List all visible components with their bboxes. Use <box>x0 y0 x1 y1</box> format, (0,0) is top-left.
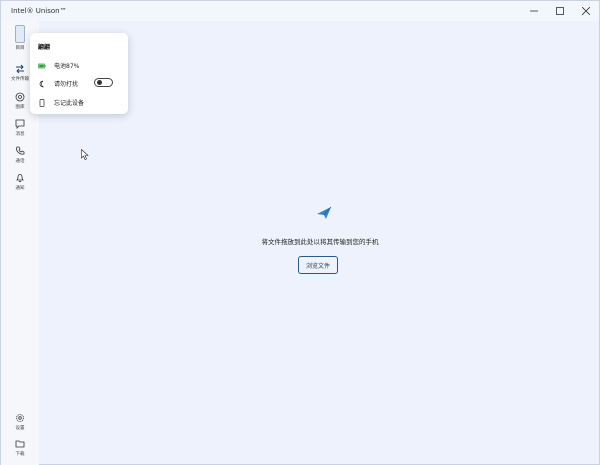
sidebar-item-calls[interactable]: 通话 <box>1 146 39 176</box>
sidebar-item-notifications[interactable]: 通知 <box>1 173 39 203</box>
paper-plane-icon <box>317 206 332 219</box>
sidebar-item-label: 设置 <box>15 426 25 431</box>
phone-thumbnail-icon <box>15 25 25 43</box>
toggle-knob <box>97 80 102 85</box>
gear-icon <box>16 414 24 422</box>
mouse-cursor-icon <box>81 149 89 160</box>
forget-device-row[interactable]: 忘记此设备 <box>38 98 84 107</box>
device-popup: 翩翩 电池87% 请勿打扰 忘记此设备 <box>30 33 128 114</box>
close-icon <box>582 7 590 15</box>
minimize-icon <box>530 10 538 12</box>
battery-label: 电池87% <box>54 63 80 70</box>
battery-row: 电池87% <box>38 61 79 70</box>
sidebar-item-downloads[interactable]: 下载 <box>1 439 39 465</box>
sidebar-item-label: 下载 <box>15 452 25 457</box>
close-button[interactable] <box>573 1 599 21</box>
sidebar-item-label: 图库 <box>15 105 25 110</box>
gallery-icon <box>15 92 25 102</box>
sidebar-item-label: 目目 <box>15 46 25 51</box>
sidebar-item-label: 文件传输 <box>11 77 29 82</box>
phone-icon <box>16 146 25 155</box>
battery-icon <box>38 63 46 68</box>
dnd-row: 请勿打扰 <box>38 79 78 88</box>
window-controls <box>521 1 599 21</box>
dnd-toggle[interactable] <box>94 78 113 87</box>
browse-files-button[interactable]: 浏览文件 <box>298 256 338 274</box>
dnd-label: 请勿打扰 <box>54 81 79 88</box>
sidebar-item-label: 消息 <box>15 132 25 137</box>
maximize-icon <box>556 7 564 15</box>
folder-icon <box>15 440 25 448</box>
title-bar: Intel® Unison™ <box>1 1 599 21</box>
moon-icon <box>39 80 44 87</box>
bell-icon <box>16 174 24 183</box>
window-title: Intel® Unison™ <box>11 7 67 15</box>
sidebar-item-label: 通知 <box>15 186 25 191</box>
sidebar-item-label: 通话 <box>15 159 25 164</box>
forget-device-label: 忘记此设备 <box>54 100 85 107</box>
drop-zone-text: 将文件拖放到此处以将其传输到您的手机 <box>261 238 379 246</box>
message-icon <box>15 119 25 129</box>
minimize-button[interactable] <box>521 1 547 21</box>
sidebar-item-messages[interactable]: 消息 <box>1 119 39 149</box>
transfer-icon <box>16 64 24 74</box>
phone-device-icon <box>39 98 45 107</box>
popup-device-name: 翩翩 <box>38 44 51 51</box>
maximize-button[interactable] <box>547 1 573 21</box>
